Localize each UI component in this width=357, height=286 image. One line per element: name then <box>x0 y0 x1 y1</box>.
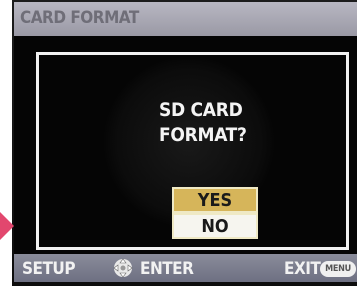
exit-label: EXIT <box>284 259 321 279</box>
pointer-arrow-icon <box>0 212 14 240</box>
screen-footer: SETUP ENTER EXIT MENU <box>14 254 357 282</box>
dialog-message: SD CARD FORMAT? <box>159 98 247 148</box>
page-title: CARD FORMAT <box>20 8 139 28</box>
camera-lcd-screen: CARD FORMAT SD CARD FORMAT? YES NO SETUP… <box>14 2 357 282</box>
setup-label: SETUP <box>22 259 76 279</box>
dialog-message-line1: SD CARD <box>159 99 243 121</box>
menu-button-icon[interactable]: MENU <box>320 261 356 277</box>
no-option[interactable]: NO <box>172 213 258 239</box>
enter-label: ENTER <box>140 259 194 279</box>
dpad-icon <box>111 257 135 279</box>
screen-header: CARD FORMAT <box>14 2 357 36</box>
format-dialog: SD CARD FORMAT? YES NO <box>36 52 349 250</box>
dialog-message-line2: FORMAT? <box>159 124 247 146</box>
yes-option[interactable]: YES <box>172 187 258 213</box>
